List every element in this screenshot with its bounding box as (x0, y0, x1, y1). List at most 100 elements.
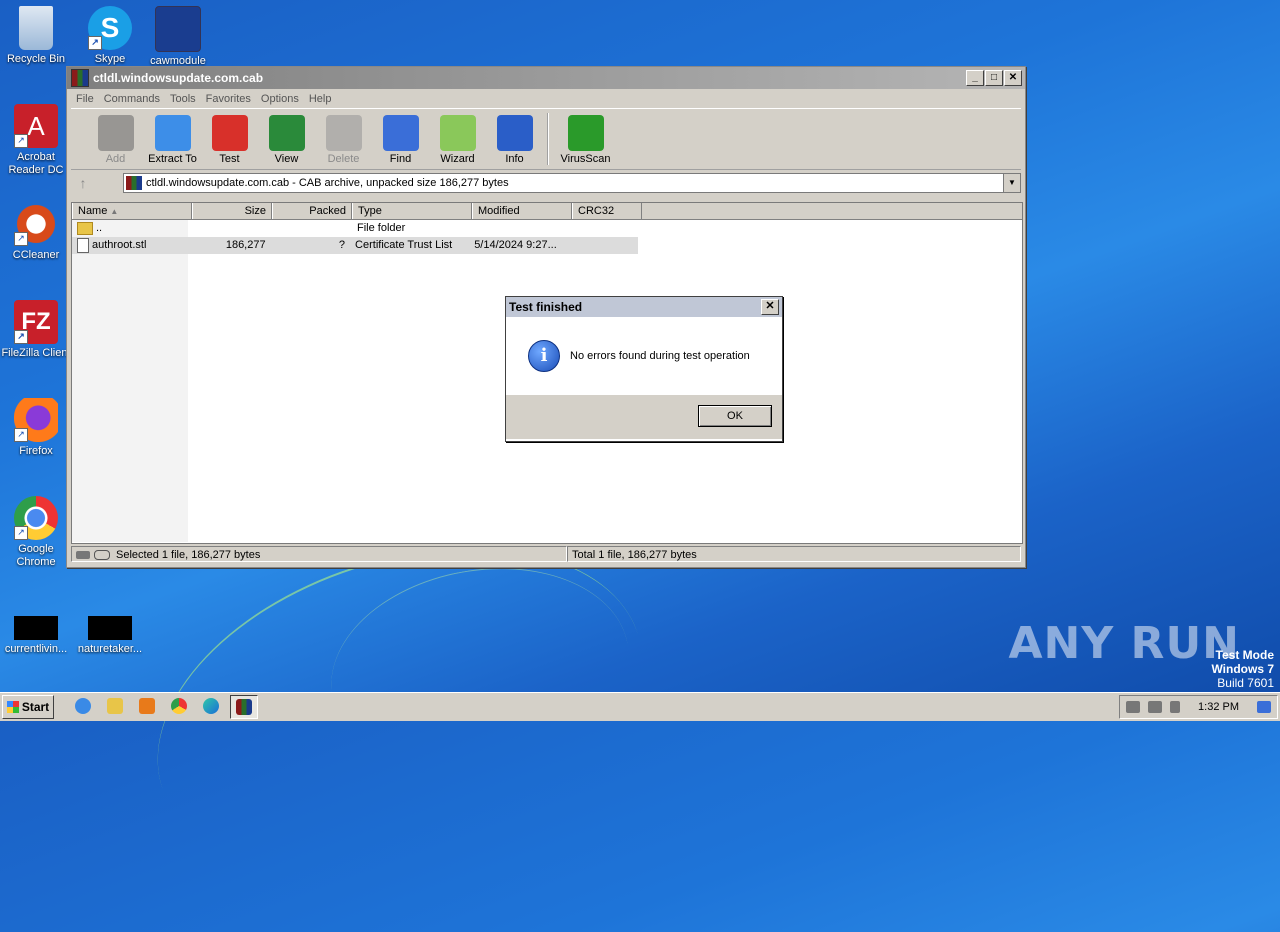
toolbar-label: VirusScan (560, 153, 611, 165)
recycle-bin-icon (19, 6, 53, 50)
desktop-icon-ccleaner[interactable]: ↗ CCleaner (0, 202, 74, 262)
row-crc (568, 237, 638, 254)
taskbar-edge[interactable] (198, 695, 224, 717)
toolbar-find-button[interactable]: Find (372, 109, 429, 165)
file-thumbnail-icon (88, 616, 132, 640)
menu-commands[interactable]: Commands (99, 93, 165, 105)
desktop-icon-firefox[interactable]: ↗ Firefox (0, 398, 74, 458)
toolbar-add-button[interactable]: Add (87, 109, 144, 165)
maximize-button[interactable]: □ (985, 70, 1003, 86)
extract-folder-icon (154, 115, 191, 151)
desktop-icon-label: Recycle Bin (6, 53, 66, 65)
row-packed (272, 220, 352, 237)
dialog-message: No errors found during test operation (570, 350, 750, 362)
desktop-icon-skype[interactable]: S ↗ Skype (72, 6, 148, 66)
toolbar-delete-button[interactable]: Delete (315, 109, 372, 165)
menu-file[interactable]: File (71, 93, 99, 105)
shortcut-arrow-icon: ↗ (14, 526, 28, 540)
desktop-icon-cawmodule[interactable]: cawmodule (140, 6, 216, 68)
edge-icon (203, 698, 219, 714)
ok-button[interactable]: OK (698, 405, 772, 427)
toolbar-test-button[interactable]: Test (201, 109, 258, 165)
address-bar: ↑ ctldl.windowsupdate.com.cab - CAB arch… (67, 170, 1025, 196)
column-header-size[interactable]: Size (192, 203, 272, 219)
system-tray: 1:32 PM (1119, 695, 1278, 719)
show-desktop-icon[interactable] (1257, 701, 1271, 713)
column-header-modified[interactable]: Modified (472, 203, 572, 219)
toolbar-view-button[interactable]: View (258, 109, 315, 165)
toolbar-info-button[interactable]: Info (486, 109, 543, 165)
desktop-icon-label: FileZilla Client (1, 347, 71, 359)
menu-help[interactable]: Help (304, 93, 337, 105)
address-field[interactable]: ctldl.windowsupdate.com.cab - CAB archiv… (123, 173, 1021, 193)
menu-bar: File Commands Tools Favorites Options He… (67, 89, 1025, 108)
desktop-icon-chrome[interactable]: ↗ Google Chrome (0, 496, 74, 569)
ccleaner-icon: ↗ (14, 202, 58, 246)
dialog-close-button[interactable]: ✕ (761, 299, 779, 315)
row-type: Certificate Trust List (355, 239, 453, 251)
winrar-icon (236, 699, 252, 715)
file-thumbnail-icon (14, 616, 58, 640)
taskbar-winrar[interactable] (230, 695, 258, 719)
row-modified: 5/14/2024 9:27... (474, 239, 557, 251)
taskbar-media-player[interactable] (134, 695, 160, 717)
desktop-icon-currentliving[interactable]: currentlivin... (0, 616, 74, 656)
toolbar-extract-to-button[interactable]: Extract To (144, 109, 201, 165)
toolbar: Add Extract To Test View Delete Find Wizard Inf… (71, 108, 1021, 170)
desktop-icon-naturetaker[interactable]: naturetaker... (72, 616, 148, 656)
clock[interactable]: 1:32 PM (1198, 701, 1239, 713)
trash-icon (325, 115, 362, 151)
shortcut-arrow-icon: ↗ (14, 330, 28, 344)
column-header-crc32[interactable]: CRC32 (572, 203, 642, 219)
close-button[interactable]: ✕ (1004, 70, 1022, 86)
chevron-down-icon[interactable]: ▼ (1003, 174, 1020, 192)
toolbar-label: Extract To (148, 153, 197, 165)
desktop-icon-acrobat[interactable]: A ↗ Acrobat Reader DC (0, 104, 74, 177)
taskbar-chrome[interactable] (166, 695, 192, 717)
desktop-icon-filezilla[interactable]: FZ ↗ FileZilla Client (0, 300, 74, 360)
shortcut-arrow-icon: ↗ (14, 134, 28, 148)
internet-explorer-icon (75, 698, 91, 714)
add-archive-icon (97, 115, 134, 151)
menu-tools[interactable]: Tools (165, 93, 201, 105)
menu-options[interactable]: Options (256, 93, 304, 105)
view-book-icon (268, 115, 305, 151)
filezilla-icon: FZ ↗ (14, 300, 58, 344)
dialog-title: Test finished (509, 300, 583, 314)
desktop-icon-label: Google Chrome (16, 543, 56, 568)
column-header-type[interactable]: Type (352, 203, 472, 219)
table-row[interactable]: .. File folder (72, 220, 1022, 237)
desktop-icon-recycle-bin[interactable]: Recycle Bin (0, 6, 74, 66)
window-title: ctldl.windowsupdate.com.cab (93, 71, 264, 85)
volume-icon[interactable] (1126, 701, 1141, 713)
column-header-name[interactable]: Name ▲ (72, 203, 192, 219)
menu-favorites[interactable]: Favorites (201, 93, 256, 105)
network-icon[interactable] (1148, 701, 1163, 713)
row-type: File folder (357, 222, 406, 234)
minimize-button[interactable]: _ (966, 70, 984, 86)
info-icon (496, 115, 533, 151)
dialog-footer: OK (506, 395, 782, 439)
shortcut-arrow-icon: ↗ (88, 36, 102, 50)
table-row[interactable]: authroot.stl 186,277 ? Certificate Trust… (72, 237, 638, 254)
shortcut-arrow-icon: ↗ (14, 232, 28, 246)
taskbar-explorer[interactable] (102, 695, 128, 717)
column-header-packed[interactable]: Packed (272, 203, 352, 219)
desktop-icon-label: naturetaker... (77, 643, 143, 655)
toolbar-label: Add (105, 153, 126, 165)
start-button[interactable]: Start (2, 695, 54, 719)
toolbar-virusscan-button[interactable]: VirusScan (557, 109, 614, 165)
taskbar-ie[interactable] (70, 695, 96, 717)
media-player-icon (139, 698, 155, 714)
drive-icon[interactable] (76, 551, 90, 560)
dialog-titlebar[interactable]: Test finished ✕ (506, 297, 782, 317)
window-titlebar[interactable]: ctldl.windowsupdate.com.cab _ □ ✕ (67, 67, 1025, 89)
toolbar-label: Wizard (440, 153, 475, 165)
archive-icon (126, 176, 142, 190)
desktop-icon-label: Skype (94, 53, 126, 65)
toolbar-wizard-button[interactable]: Wizard (429, 109, 486, 165)
key-icon[interactable] (94, 550, 110, 561)
up-folder-button[interactable]: ↑ (71, 173, 95, 193)
status-selected: Selected 1 file, 186,277 bytes (71, 546, 567, 562)
flag-icon[interactable] (1170, 701, 1181, 713)
